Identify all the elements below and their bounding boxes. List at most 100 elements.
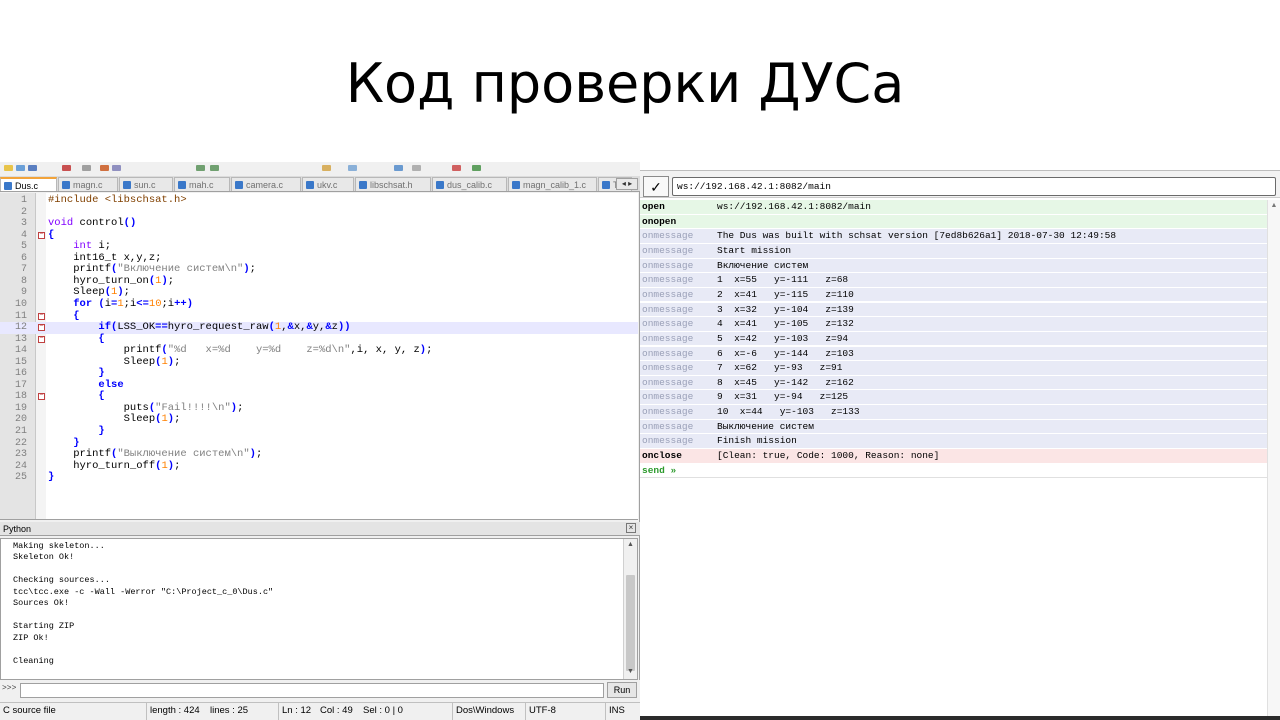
code-line[interactable]: 14 printf("%d x=%d y=%d z=%d\n",i, x, y,… [0,344,638,357]
line-number: 19 [14,402,27,414]
code-line[interactable]: 1 #include <libschsat.h> [0,194,638,207]
ws-log-row: send » [640,463,1267,479]
ws-log-row: onmessage 5 x=42 y=-103 z=94 [640,331,1267,347]
ws-log-row: onmessage Выключение систем [640,419,1267,435]
line-number: 4 [20,229,27,241]
close-panel-icon[interactable]: × [626,523,636,533]
ws-event-text: 10 x=44 y=-103 z=133 [717,406,860,418]
line-number: 10 [14,298,27,310]
ws-log-row: onmessage 6 x=-6 y=-144 z=103 [640,346,1267,362]
find-icon[interactable] [322,165,331,171]
tab-magn-calib-1-c[interactable]: magn_calib_1.c [508,177,597,191]
tab-mah-c[interactable]: mah.c [174,177,230,191]
cut-icon[interactable] [100,165,109,171]
file-icon [235,181,243,189]
console-scrollbar[interactable]: ▲ ▼ [623,539,637,679]
file-icon [602,181,610,189]
tab-libschsat-h[interactable]: libschsat.h [355,177,431,191]
ws-event-text: 5 x=42 y=-103 z=94 [717,332,849,344]
file-tabs: Dus.c magn.c sun.c mah.c camera.c ukv.c libsch… [0,176,640,192]
file-icon [4,182,12,190]
ws-event-text: Finish mission [717,435,797,447]
python-panel-header: Python × [0,522,640,536]
code-line[interactable]: 25} [0,471,638,484]
record-icon[interactable] [452,165,461,171]
ws-event-text: 9 x=31 y=-94 z=125 [717,391,849,403]
code-line[interactable]: 21 } [0,425,638,438]
scroll-up-icon[interactable]: ▲ [624,539,637,551]
line-number: 14 [14,345,27,357]
code-editor-window: Dus.c magn.c sun.c mah.c camera.c ukv.c libsch… [0,162,640,720]
ws-event-type[interactable]: send » [642,464,676,478]
scroll-thumb[interactable] [626,575,635,671]
scroll-down-icon[interactable]: ▼ [624,666,637,678]
ws-event-type: onmessage [642,288,694,300]
tab-scroll-arrows[interactable]: ◂ ▸ [616,178,638,190]
new-file-icon[interactable] [4,165,13,171]
line-number: 12 [14,322,27,334]
tab-dus-calib-c[interactable]: dus_calib.c [432,177,507,191]
tab-sun-c[interactable]: sun.c [119,177,173,191]
close-file-icon[interactable] [62,165,71,171]
tab-camera-c[interactable]: camera.c [231,177,301,191]
undo-icon[interactable] [196,165,205,171]
zoom-icon[interactable] [348,165,357,171]
fold-toggle-icon[interactable]: − [38,312,45,320]
code-line[interactable]: 12 − if(LSS_OK==hyro_request_raw(1,&x,&y,… [0,321,638,334]
open-file-icon[interactable] [16,165,25,171]
fold-toggle-icon[interactable]: − [38,393,45,401]
code-line[interactable]: 10 for (i=1;i<=10;i++) [0,298,638,311]
line-number: 11 [14,310,27,322]
run-button[interactable]: Run [607,682,637,698]
macro-icon[interactable] [412,165,421,171]
ws-event-type: onmessage [642,435,694,447]
ws-url-input[interactable]: ws://192.168.42.1:8082/main [672,177,1276,196]
console-line: Skeleton Ok! [13,552,75,563]
ws-event-type: open [642,201,665,212]
fold-toggle-icon[interactable]: − [38,231,45,239]
line-number: 2 [20,206,27,218]
ws-log-row: onmessage Start mission [640,243,1267,259]
ws-log-row: onmessage 1 x=55 y=-111 z=68 [640,273,1267,288]
line-number: 17 [14,379,27,391]
play-icon[interactable] [472,165,481,171]
tab-label: magn.c [73,180,103,190]
fold-toggle-icon[interactable]: − [38,335,45,343]
code-line[interactable]: 3 void control() [0,217,638,230]
ws-event-type: onmessage [642,230,694,242]
wrap-icon[interactable] [394,165,403,171]
ws-event-type: onmessage [642,259,694,271]
ws-log-scrollbar[interactable]: ▲ [1267,200,1280,720]
ws-event-text: 8 x=45 y=-142 z=162 [717,376,854,388]
ws-message-log: open ws://192.168.42.1:8082/main onopen onm… [640,200,1267,480]
console-line: tcc\tcc.exe -c -Wall -Werror "C:\Project… [13,586,274,597]
line-number: 23 [14,449,27,461]
fold-toggle-icon[interactable]: − [38,324,45,332]
tab-dus-c[interactable]: Dus.c [0,177,57,191]
status-line: Ln : 12 [278,703,311,720]
scroll-up-icon[interactable]: ▲ [1268,200,1280,212]
ws-event-type: onmessage [642,332,694,344]
code-line[interactable]: 23 printf("Выключение систем\n"); [0,448,638,461]
tab-magn-c[interactable]: magn.c [58,177,118,191]
console-prompt: >>> [2,684,17,693]
ws-event-type: onmessage [642,244,694,256]
code-line[interactable]: 24 hyro_turn_off(1); [0,460,638,473]
print-icon[interactable] [82,165,91,171]
ws-log-row: onmessage Включение систем [640,258,1267,274]
copy-icon[interactable] [112,165,121,171]
tab-ukv-c[interactable]: ukv.c [302,177,354,191]
redo-icon[interactable] [210,165,219,171]
ws-event-text: 2 x=41 y=-115 z=110 [717,288,854,300]
ws-event-type: onmessage [642,376,694,388]
tab-label: magn_calib_1.c [523,180,587,190]
python-command-input[interactable] [20,683,604,698]
code-editor[interactable]: 1 #include <libschsat.h> 2 3 void control() 4… [0,193,638,520]
ws-event-type: onclose [642,450,682,462]
tab-label: Dus.c [15,181,39,191]
file-icon [306,181,314,189]
code-line[interactable]: 5 int i; [0,240,638,253]
connect-button[interactable]: ✓ [643,176,669,197]
save-icon[interactable] [28,165,37,171]
ws-event-text: 4 x=41 y=-105 z=132 [717,318,854,330]
